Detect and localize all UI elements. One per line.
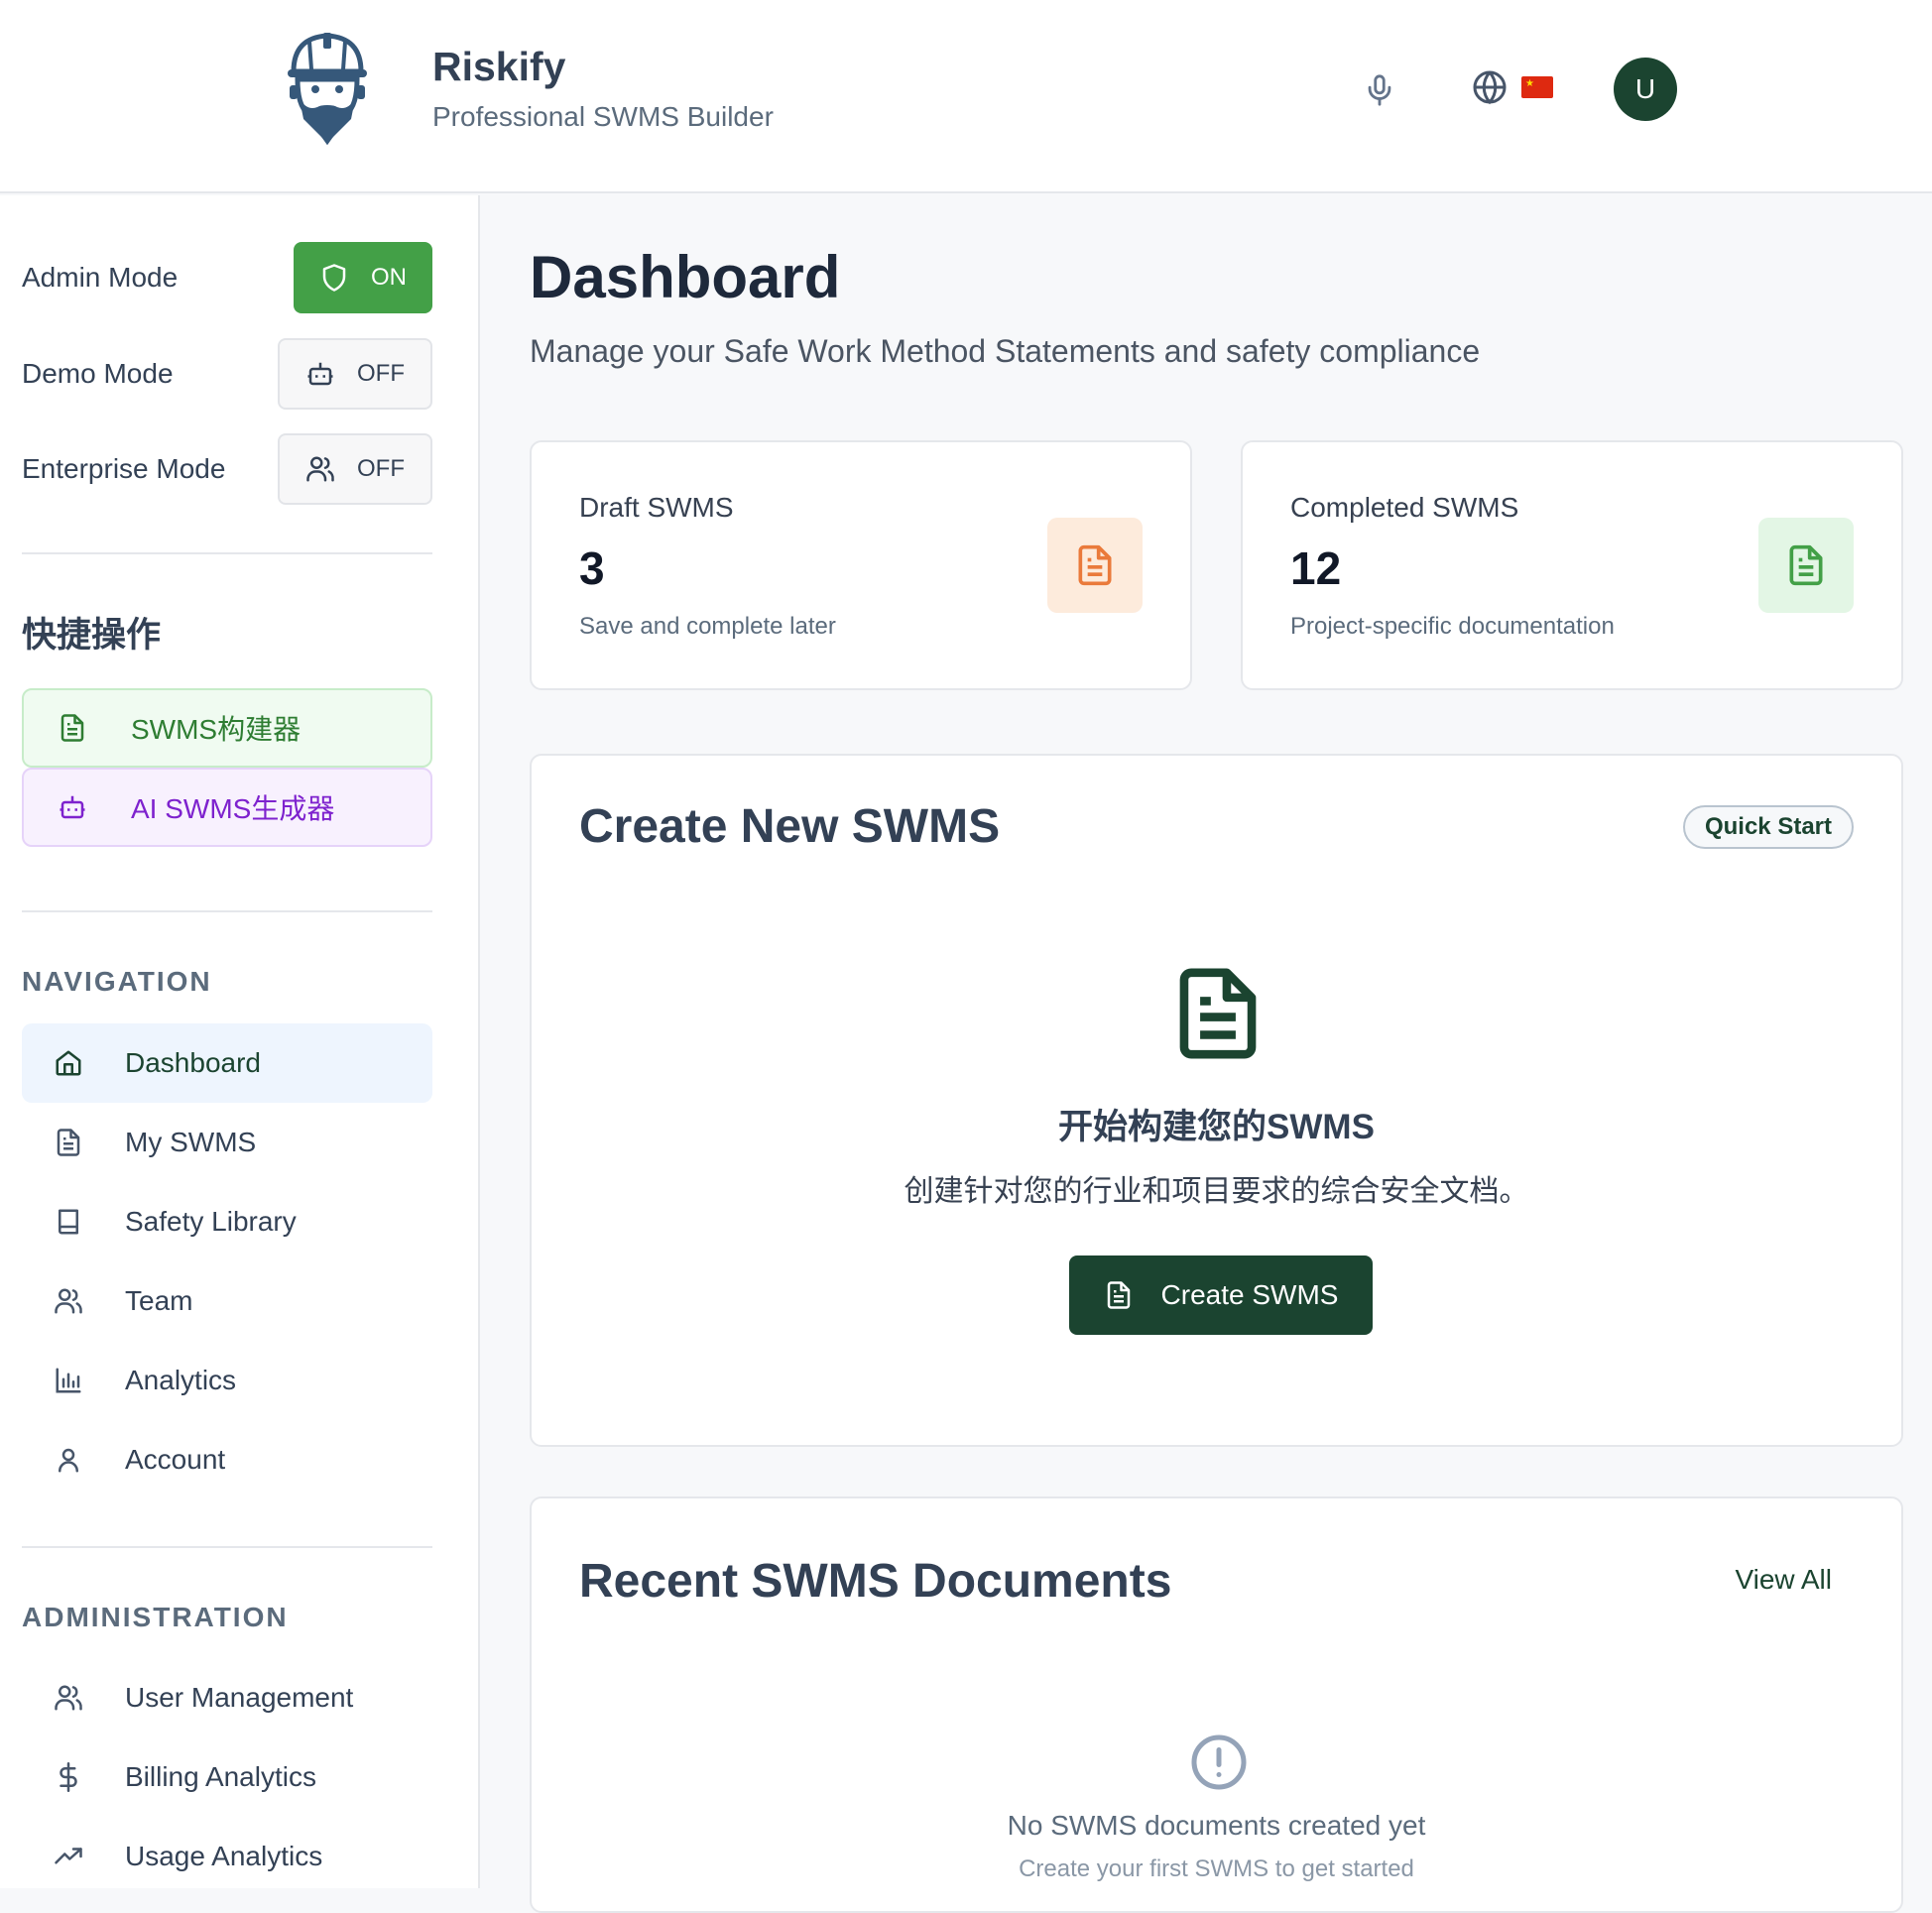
recent-card-title: Recent SWMS Documents <box>579 1555 1172 1608</box>
empty-state-title: No SWMS documents created yet <box>1007 1810 1426 1841</box>
enterprise-mode-state: OFF <box>357 455 405 482</box>
admin-mode-row: Admin Mode ON <box>22 242 432 313</box>
document-icon <box>1107 1281 1130 1309</box>
sidebar-item-label: Dashboard <box>125 1047 261 1078</box>
view-all-link[interactable]: View All <box>1735 1564 1832 1596</box>
sidebar-item-label: Usage Analytics <box>125 1841 323 1871</box>
create-swms-button[interactable]: Create SWMS <box>1069 1255 1373 1335</box>
demo-mode-toggle[interactable]: OFF <box>278 338 432 410</box>
admin-mode-toggle[interactable]: ON <box>294 242 432 313</box>
sidebar-item-analytics[interactable]: Analytics <box>22 1341 432 1420</box>
recent-swms-card: Recent SWMS Documents View All No SWMS d… <box>530 1496 1903 1913</box>
draft-document-icon <box>1047 518 1143 613</box>
microphone-icon[interactable] <box>1363 71 1396 109</box>
sidebar-item-account[interactable]: Account <box>22 1420 432 1499</box>
worker-logo-icon[interactable] <box>286 32 369 145</box>
stat-value: 3 <box>579 542 605 594</box>
stat-description: Save and complete later <box>579 613 836 640</box>
swms-builder-label: SWMS构建器 <box>131 714 302 745</box>
dollar-icon <box>60 1762 77 1792</box>
page-title: Dashboard <box>530 244 841 310</box>
ai-swms-generator-button[interactable]: AI SWMS生成器 <box>22 768 432 847</box>
enterprise-mode-toggle[interactable]: OFF <box>278 433 432 505</box>
language-selector[interactable]: ★ <box>1472 69 1553 105</box>
sidebar-item-label: Billing Analytics <box>125 1761 316 1792</box>
create-description: 创建针对您的行业和项目要求的综合安全文档。 <box>904 1175 1529 1208</box>
brand-subtitle: Professional SWMS Builder <box>432 101 774 132</box>
demo-mode-row: Demo Mode OFF <box>22 338 432 410</box>
stat-label: Completed SWMS <box>1290 492 1519 523</box>
sidebar-item-label: Analytics <box>125 1365 237 1395</box>
create-swms-button-label: Create SWMS <box>1160 1279 1339 1310</box>
document-icon <box>60 714 84 742</box>
sidebar-item-label: Account <box>125 1444 226 1475</box>
globe-icon <box>1473 70 1507 105</box>
sidebar-item-label: Team <box>125 1285 193 1316</box>
administration-heading: ADMINISTRATION <box>22 1602 289 1632</box>
admin-mode-label: Admin Mode <box>22 262 179 293</box>
user-avatar[interactable]: U <box>1614 58 1677 121</box>
users-icon <box>55 1288 82 1314</box>
shield-icon <box>322 264 346 292</box>
quick-actions-title: 快捷操作 <box>22 616 162 655</box>
sidebar-item-my-swms[interactable]: My SWMS <box>22 1103 432 1182</box>
completed-swms-card[interactable]: Completed SWMS 12 Project-specific docum… <box>1241 440 1903 690</box>
sidebar-item-safety-library[interactable]: Safety Library <box>22 1182 432 1261</box>
divider <box>22 910 432 912</box>
sidebar-item-billing-analytics[interactable]: Billing Analytics <box>22 1737 432 1817</box>
bar-chart-icon <box>56 1368 81 1393</box>
robot-icon <box>60 795 85 819</box>
stat-label: Draft SWMS <box>579 492 734 523</box>
alert-circle-icon <box>1191 1734 1247 1790</box>
stat-description: Project-specific documentation <box>1290 613 1615 640</box>
sidebar-item-usage-analytics[interactable]: Usage Analytics <box>22 1817 432 1896</box>
stat-value: 12 <box>1290 542 1342 594</box>
demo-mode-label: Demo Mode <box>22 358 174 389</box>
enterprise-mode-row: Enterprise Mode OFF <box>22 433 432 505</box>
empty-state-subtitle: Create your first SWMS to get started <box>1019 1855 1414 1882</box>
trending-up-icon <box>55 1848 82 1864</box>
robot-icon <box>307 362 333 386</box>
sidebar-item-label: My SWMS <box>125 1127 257 1157</box>
page-subtitle: Manage your Safe Work Method Statements … <box>530 333 1481 369</box>
create-heading: 开始构建您的SWMS <box>1058 1108 1375 1146</box>
create-card-title: Create New SWMS <box>579 800 1001 853</box>
swms-builder-button[interactable]: SWMS构建器 <box>22 688 432 768</box>
divider <box>22 1546 432 1548</box>
sidebar-item-label: User Management <box>125 1682 354 1713</box>
brand-title: Riskify <box>432 44 566 89</box>
enterprise-mode-label: Enterprise Mode <box>22 453 226 484</box>
sidebar: Admin Mode ON Demo Mode OFF Enterprise M… <box>0 195 480 1888</box>
china-flag-icon: ★ <box>1521 76 1553 98</box>
sidebar-item-dashboard[interactable]: Dashboard <box>22 1023 432 1103</box>
sidebar-item-label: Safety Library <box>125 1206 297 1237</box>
users-icon <box>306 456 334 482</box>
draft-swms-card[interactable]: Draft SWMS 3 Save and complete later <box>530 440 1192 690</box>
navigation-heading: NAVIGATION <box>22 966 212 997</box>
create-swms-card: Create New SWMS Quick Start 开始构建您的SWMS 创… <box>530 754 1903 1447</box>
document-large-icon <box>1179 968 1257 1059</box>
completed-document-icon <box>1758 518 1854 613</box>
quick-start-badge: Quick Start <box>1682 805 1854 849</box>
sidebar-item-user-management[interactable]: User Management <box>22 1658 432 1737</box>
demo-mode-state: OFF <box>357 360 405 387</box>
user-icon <box>59 1448 78 1473</box>
book-icon <box>59 1209 78 1235</box>
home-icon <box>56 1050 81 1076</box>
admin-mode-state: ON <box>371 264 407 291</box>
document-icon <box>57 1129 80 1156</box>
users-icon <box>55 1685 82 1711</box>
divider <box>22 552 432 554</box>
sidebar-item-team[interactable]: Team <box>22 1261 432 1341</box>
app-header: Riskify Professional SWMS Builder ★ U <box>0 0 1932 193</box>
ai-swms-generator-label: AI SWMS生成器 <box>131 793 335 824</box>
